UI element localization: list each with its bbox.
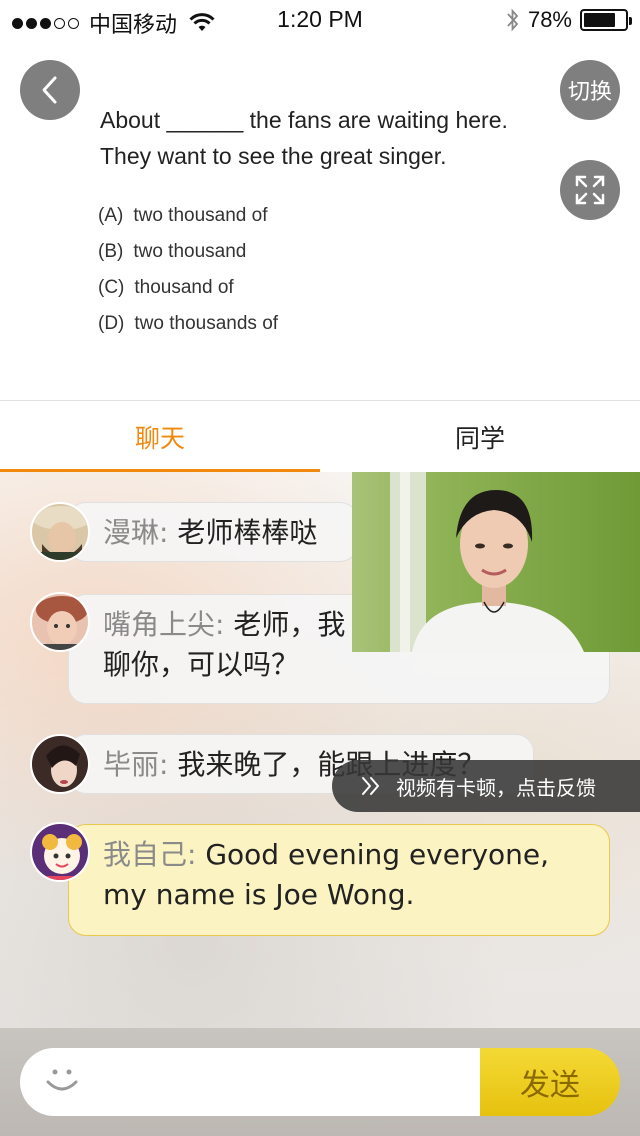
sender-name: 我自己: bbox=[103, 838, 197, 871]
sender-name: 漫琳: bbox=[103, 516, 169, 549]
switch-label: 切换 bbox=[567, 80, 612, 105]
chat-message-self: 我自己: Good evening everyone, my name is J… bbox=[68, 824, 610, 936]
avatar[interactable] bbox=[30, 734, 90, 794]
battery-fill bbox=[584, 13, 616, 27]
chevron-left-icon bbox=[42, 76, 57, 104]
video-lag-feedback-button[interactable]: 视频有卡顿，点击反馈 bbox=[332, 760, 640, 812]
send-button[interactable]: 发送 bbox=[480, 1048, 620, 1116]
back-button[interactable] bbox=[20, 60, 80, 120]
fullscreen-button[interactable] bbox=[560, 160, 620, 220]
chat-input-bar: 发送 bbox=[0, 1028, 640, 1136]
message-text: 老师棒棒哒 bbox=[168, 516, 318, 549]
battery-icon bbox=[580, 9, 632, 31]
message-text: 老师，我 bbox=[224, 608, 346, 641]
message-text: Good evening everyone, bbox=[196, 838, 550, 871]
answer-options: (A) two thousand of (B) two thousand (C) th… bbox=[98, 200, 278, 344]
sender-name: 嘴角上尖: bbox=[103, 608, 225, 641]
double-chevron-right-icon bbox=[362, 777, 379, 795]
bluetooth-icon bbox=[507, 8, 519, 32]
battery-percent: 78% bbox=[527, 7, 572, 32]
emoji-icon[interactable] bbox=[44, 1062, 80, 1098]
status-bar: 中国移动 1:20 PM 78% bbox=[0, 0, 640, 40]
question-text: About ______ the fans are waiting here. … bbox=[100, 102, 550, 174]
option-c[interactable]: (C) thousand of bbox=[98, 272, 278, 308]
chat-message: 漫琳: 老师棒棒哒 bbox=[68, 502, 358, 562]
switch-button[interactable]: 切换 bbox=[560, 60, 620, 120]
teacher-video[interactable] bbox=[352, 472, 640, 652]
option-b[interactable]: (B) two thousand bbox=[98, 236, 278, 272]
fullscreen-icon bbox=[575, 175, 605, 205]
tab-classmates[interactable]: 同学 bbox=[320, 401, 640, 473]
avatar[interactable] bbox=[30, 502, 90, 562]
message-input[interactable] bbox=[20, 1048, 500, 1116]
option-a[interactable]: (A) two thousand of bbox=[98, 200, 278, 236]
question-line-2: They want to see the great singer. bbox=[100, 143, 447, 169]
tab-bar: 聊天 同学 bbox=[0, 400, 640, 473]
option-d[interactable]: (D) two thousands of bbox=[98, 308, 278, 344]
sender-name: 毕丽: bbox=[103, 748, 169, 781]
question-line-1: About ______ the fans are waiting here. bbox=[100, 107, 508, 133]
send-label: 发送 bbox=[520, 1068, 580, 1103]
feedback-label: 视频有卡顿，点击反馈 bbox=[396, 775, 596, 800]
avatar[interactable] bbox=[30, 822, 90, 882]
tab-chat[interactable]: 聊天 bbox=[0, 401, 320, 473]
message-text-line-2: my name is Joe Wong. bbox=[103, 878, 415, 911]
avatar[interactable] bbox=[30, 592, 90, 652]
